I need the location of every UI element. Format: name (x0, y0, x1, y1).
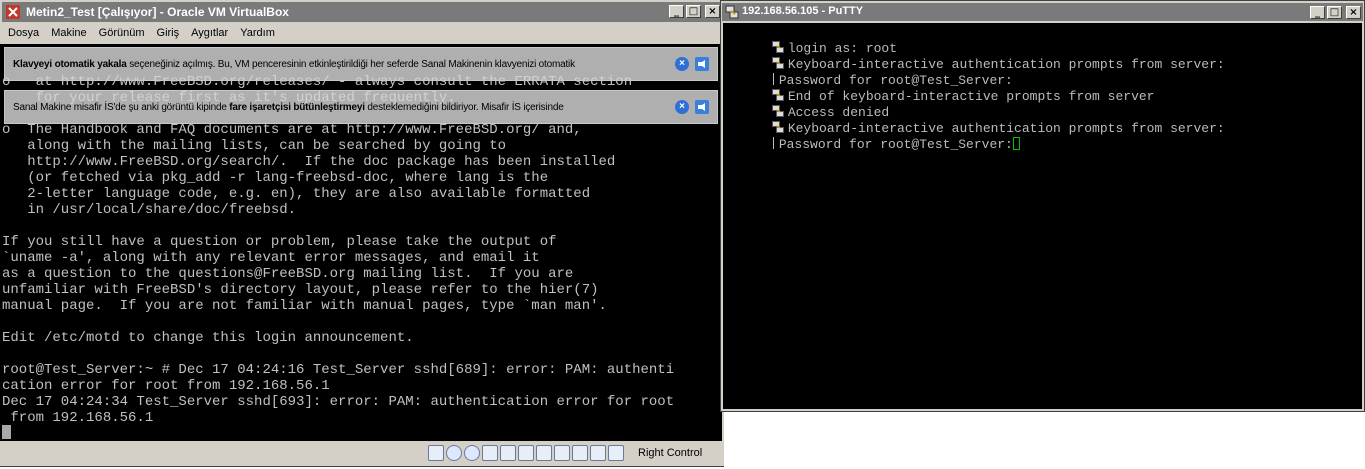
vm-console-text: o at http://www.FreeBSD.org/releases/ - … (2, 74, 675, 426)
virtualbox-window: Metin2_Test [Çalışıyor] - Oracle VM Virt… (0, 0, 725, 467)
mouse-integration-icon[interactable] (590, 445, 606, 461)
menu-dosya[interactable]: Dosya (2, 27, 45, 39)
terminal-line: Keyboard-interactive authentication prom… (725, 41, 1225, 72)
terminal-line: login as: root (725, 25, 897, 56)
notice-bold-text: Klavyeyi otomatik yakala (13, 59, 127, 70)
menu-gorunum[interactable]: Görünüm (93, 27, 151, 39)
vbox-statusbar: Right Control (0, 441, 722, 465)
keyboard-capture-notice: Klavyeyi otomatik yakala seçeneğiniz açı… (4, 47, 718, 81)
terminal-line: Keyboard-interactive authentication prom… (725, 105, 1225, 136)
virtualbox-app-icon (6, 5, 20, 19)
menu-giris[interactable]: Giriş (151, 27, 186, 39)
vbox-window-title: Metin2_Test [Çalışıyor] - Oracle VM Virt… (26, 5, 289, 19)
menu-yardim[interactable]: Yardım (234, 27, 281, 39)
menu-makine[interactable]: Makine (45, 27, 92, 39)
terminal-line: Password for root@Test_Server: (725, 57, 1013, 88)
video-capture-icon[interactable] (554, 445, 570, 461)
vm-console-screen[interactable]: o at http://www.FreeBSD.org/releases/ - … (0, 44, 722, 441)
audio-icon[interactable] (464, 445, 480, 461)
vbox-titlebar[interactable]: Metin2_Test [Çalışıyor] - Oracle VM Virt… (2, 2, 722, 22)
vbox-menubar: Dosya Makine Görünüm Giriş Aygıtlar Yard… (2, 23, 281, 42)
virtualization-icon[interactable] (572, 445, 588, 461)
terminal-line-text: Password for root@Test_Server: (778, 137, 1013, 152)
putty-titlebar[interactable]: 192.168.56.105 - PuTTY _ □ × (722, 3, 1363, 21)
minimize-button[interactable]: _ (1310, 6, 1325, 19)
putty-terminal[interactable]: login as: root Keyboard-interactive auth… (723, 23, 1362, 409)
display-icon[interactable] (536, 445, 552, 461)
notice-text: Sanal Makine misafir İS'de şu anki görün… (13, 102, 230, 113)
terminal-line: Password for root@Test_Server: (725, 121, 1020, 152)
notice-close-icon[interactable]: × (675, 100, 689, 114)
notice-close-icon[interactable]: × (675, 57, 689, 71)
desktop-background (724, 412, 1365, 469)
notice-mute-icon[interactable] (695, 57, 709, 71)
mouse-integration-notice: Sanal Makine misafir İS'de şu anki görün… (4, 90, 718, 124)
prompt-bar-icon (772, 137, 774, 149)
host-key-arrow-icon (608, 445, 624, 461)
terminal-line: Access denied (725, 89, 889, 120)
host-key-label: Right Control (638, 447, 703, 459)
close-button[interactable]: × (1346, 6, 1361, 19)
terminal-line: End of keyboard-interactive prompts from… (725, 73, 1154, 104)
putty-window-title: 192.168.56.105 - PuTTY (742, 5, 864, 17)
shared-folders-icon[interactable] (518, 445, 534, 461)
putty-app-icon (725, 5, 739, 19)
hard-disk-icon[interactable] (428, 445, 444, 461)
usb-icon[interactable] (482, 445, 498, 461)
putty-window: 192.168.56.105 - PuTTY _ □ × login as: r… (720, 0, 1365, 412)
notice-bold-text: fare işaretçisi bütünleştirmeyi (229, 102, 365, 113)
minimize-button[interactable]: _ (669, 5, 684, 18)
terminal-cursor (1012, 137, 1020, 150)
notice-mute-icon[interactable] (695, 100, 709, 114)
menu-aygitlar[interactable]: Aygıtlar (185, 27, 234, 39)
optical-drive-icon[interactable] (446, 445, 462, 461)
close-button[interactable]: × (705, 5, 720, 18)
notice-text: desteklemediğini bildiriyor. Misafir İS … (364, 102, 564, 113)
console-cursor (2, 425, 11, 439)
maximize-button[interactable]: □ (686, 5, 701, 18)
network-icon[interactable] (500, 445, 516, 461)
notice-text: seçeneğiniz açılmış. Bu, VM penceresinin… (126, 59, 575, 70)
maximize-button[interactable]: □ (1327, 6, 1342, 19)
